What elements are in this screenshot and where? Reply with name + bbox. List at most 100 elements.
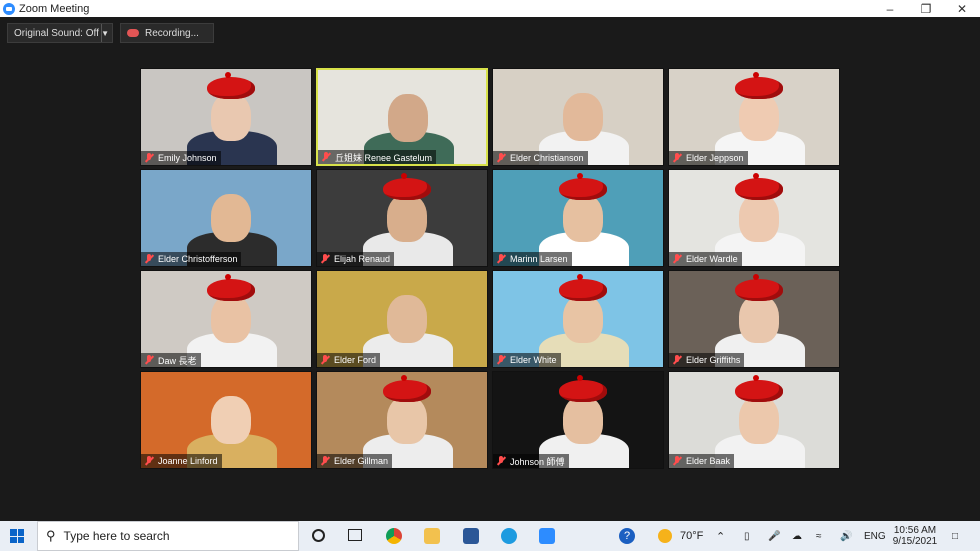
participant-name-label: Elijah Renaud xyxy=(317,252,395,266)
participant-face xyxy=(211,93,251,141)
window-title-bar: Zoom Meeting – ❐ ✕ xyxy=(0,0,980,17)
participant-tile[interactable]: Elder Griffiths xyxy=(668,270,840,368)
participant-tile[interactable]: Emily Johnson xyxy=(140,68,312,166)
language-indicator[interactable]: ENG xyxy=(864,521,886,551)
word-icon[interactable] xyxy=(463,528,479,544)
taskbar-search-box[interactable]: ⚲ Type here to search xyxy=(37,521,299,551)
participant-tile[interactable]: Joanne Linford xyxy=(140,371,312,469)
participant-face xyxy=(563,194,603,242)
participant-tile[interactable]: Elder Baak xyxy=(668,371,840,469)
participant-name: Elder Christofferson xyxy=(158,254,238,264)
muted-mic-icon xyxy=(672,456,682,466)
chevron-up-icon[interactable]: ⌃ xyxy=(716,521,725,551)
microphone-icon[interactable]: 🎤 xyxy=(768,521,780,551)
sun-icon xyxy=(658,529,672,543)
chrome-icon[interactable] xyxy=(386,528,402,544)
zoom-logo-icon xyxy=(3,2,15,15)
participant-face xyxy=(739,295,779,343)
chevron-down-icon[interactable]: ▼ xyxy=(101,29,109,38)
participant-tile[interactable]: Marinn Larsen xyxy=(492,169,664,267)
muted-mic-icon xyxy=(672,254,682,264)
beret-filter xyxy=(735,72,783,99)
minimize-icon[interactable]: – xyxy=(872,0,908,17)
volume-icon[interactable]: 🔊 xyxy=(840,521,852,551)
participant-name: Elder Jeppson xyxy=(686,153,744,163)
participant-face xyxy=(739,194,779,242)
muted-mic-icon xyxy=(144,254,154,264)
participant-name-label: Elder Christofferson xyxy=(141,252,242,266)
wifi-icon[interactable]: ≈ xyxy=(816,521,822,551)
windows-start-icon[interactable] xyxy=(10,529,24,543)
muted-mic-icon xyxy=(496,254,506,264)
participant-name: Johnson 師傅 xyxy=(510,456,565,467)
participant-face xyxy=(563,93,603,141)
edge-icon[interactable] xyxy=(501,528,517,544)
participant-face xyxy=(387,295,427,343)
muted-mic-icon xyxy=(320,355,330,365)
participant-name: Elder Wardle xyxy=(686,254,738,264)
participant-name-label: Joanne Linford xyxy=(141,454,222,468)
beret-filter xyxy=(383,375,431,402)
clock[interactable]: 10:56 AM 9/15/2021 xyxy=(890,521,940,551)
participant-tile[interactable]: Elder Gillman xyxy=(316,371,488,469)
participant-tile[interactable]: Elder Jeppson xyxy=(668,68,840,166)
participant-tile[interactable]: Elder Christofferson xyxy=(140,169,312,267)
participant-name: Emily Johnson xyxy=(158,153,217,163)
participant-tile[interactable]: Daw 長老 xyxy=(140,270,312,368)
notifications-icon[interactable]: □ xyxy=(952,521,958,551)
help-icon[interactable]: ? xyxy=(619,528,635,544)
participant-tile[interactable]: Elder White xyxy=(492,270,664,368)
beret-filter xyxy=(735,375,783,402)
battery-icon[interactable]: ▯ xyxy=(744,521,750,551)
clock-time: 10:56 AM xyxy=(893,525,937,536)
participant-tile[interactable]: Elder Christianson xyxy=(492,68,664,166)
participant-tile[interactable]: Elder Ford xyxy=(316,270,488,368)
muted-mic-icon xyxy=(320,456,330,466)
muted-mic-icon xyxy=(672,153,682,163)
recording-button[interactable]: Recording... xyxy=(120,23,214,43)
muted-mic-icon xyxy=(144,355,154,365)
participant-name: Elder Griffiths xyxy=(686,355,741,365)
beret-filter xyxy=(383,173,431,200)
task-view-icon[interactable] xyxy=(348,529,362,541)
participant-name-label: Emily Johnson xyxy=(141,151,221,165)
participant-tile[interactable]: 丘姐妹 Renee Gastelum xyxy=(316,68,488,166)
muted-mic-icon xyxy=(496,355,506,365)
participant-name-label: Elder Gillman xyxy=(317,454,393,468)
beret-filter xyxy=(559,375,607,402)
participant-name-label: Elder Griffiths xyxy=(669,353,745,367)
participant-name-label: Elder Wardle xyxy=(669,252,742,266)
window-title: Zoom Meeting xyxy=(19,2,90,15)
cloud-record-icon xyxy=(127,29,139,37)
beret-filter xyxy=(207,274,255,301)
participant-face xyxy=(563,295,603,343)
participant-tile[interactable]: Elijah Renaud xyxy=(316,169,488,267)
close-icon[interactable]: ✕ xyxy=(944,0,980,17)
onedrive-icon[interactable]: ☁ xyxy=(792,521,802,551)
cortana-icon[interactable] xyxy=(312,529,325,542)
muted-mic-icon xyxy=(496,456,506,466)
file-explorer-icon[interactable] xyxy=(424,528,440,544)
participant-face xyxy=(739,396,779,444)
participant-face xyxy=(563,396,603,444)
video-grid: Emily Johnson 丘姐妹 Renee Gastelum Elder Chr… xyxy=(140,68,840,469)
beret-filter xyxy=(559,274,607,301)
participant-tile[interactable]: Elder Wardle xyxy=(668,169,840,267)
original-sound-button[interactable]: Original Sound: Off ▼ xyxy=(7,23,113,43)
beret-filter xyxy=(207,72,255,99)
participant-name-label: Elder Christianson xyxy=(493,151,588,165)
participant-name: Joanne Linford xyxy=(158,456,218,466)
participant-name: Marinn Larsen xyxy=(510,254,568,264)
participant-name: Elder Christianson xyxy=(510,153,584,163)
windows-taskbar: ⚲ Type here to search ? 70°F ⌃ ▯ 🎤 ☁ ≈ 🔊… xyxy=(0,521,980,551)
participant-name-label: 丘姐妹 Renee Gastelum xyxy=(318,150,437,164)
beret-filter xyxy=(735,274,783,301)
participant-face xyxy=(211,295,251,343)
participant-name-label: Daw 長老 xyxy=(141,353,201,367)
participant-tile[interactable]: Johnson 師傅 xyxy=(492,371,664,469)
weather-widget[interactable]: 70°F xyxy=(658,521,703,551)
muted-mic-icon xyxy=(144,456,154,466)
search-icon: ⚲ xyxy=(46,528,56,543)
restore-icon[interactable]: ❐ xyxy=(908,0,944,17)
zoom-taskbar-icon[interactable] xyxy=(539,528,555,544)
